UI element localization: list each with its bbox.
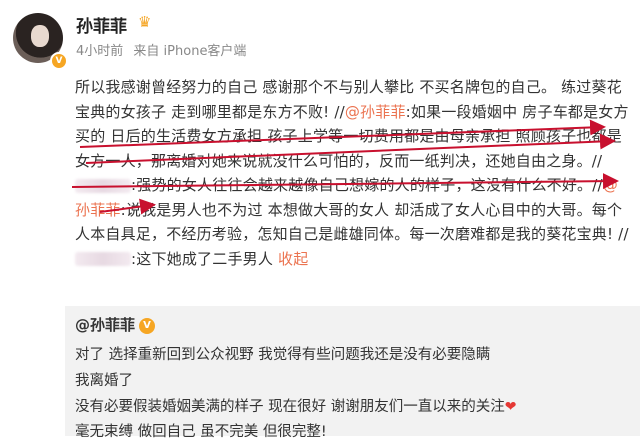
post-header: V 孙菲菲 ♛ 4小时前 来自 iPhone客户端 (0, 0, 640, 72)
repost-username[interactable]: @孙菲菲 V (75, 314, 156, 335)
post-text: 所以我感谢曾经努力的自己 感谢那个不与别人攀比 不买名牌包的自己。 练过葵花宝典… (75, 75, 631, 271)
collapse-link[interactable]: 收起 (278, 250, 308, 268)
post-body: 所以我感谢曾经努力的自己 感谢那个不与别人攀比 不买名牌包的自己。 练过葵花宝典… (75, 75, 631, 271)
post-text-part: :说我是男人也不为过 本想做大哥的女人 却活成了女人心目中的大哥。每个人本自具足… (75, 200, 629, 244)
repost-username-text[interactable]: @孙菲菲 (75, 316, 135, 334)
repost-line: 我离婚了 (75, 373, 133, 389)
post-meta: 4小时前 来自 iPhone客户端 (76, 40, 252, 59)
repost-line: 没有必要假装婚姻美满的样子 现在很好 谢谢朋友们一直以来的关注❤ (75, 395, 516, 416)
mention-link[interactable]: @孙菲菲 (345, 103, 406, 121)
repost-card[interactable]: @孙菲菲 V 对了 选择重新回到公众视野 我觉得有些问题我还是没有必要隐瞒 我离婚… (65, 306, 640, 440)
blurred-username (75, 252, 131, 266)
verified-badge-icon: V (139, 317, 156, 334)
repost-line: 对了 选择重新回到公众视野 我觉得有些问题我还是没有必要隐瞒 (75, 347, 491, 363)
crown-icon: ♛ (138, 13, 152, 31)
verified-badge-icon: V (50, 52, 68, 70)
post-time: 4小时前 (76, 44, 124, 59)
post-text-part: :强势的女人往往会越来越像自己想嫁的人的样子，这没有什么不好。// (131, 176, 603, 194)
post-source: 来自 iPhone客户端 (133, 44, 247, 59)
username[interactable]: 孙菲菲 (76, 12, 127, 37)
blurred-username (75, 178, 131, 193)
post-text-part: :这下她成了二手男人 (131, 249, 274, 268)
repost-line: 毫无束缚 做回自己 虽不完美 但很完整! (75, 424, 327, 440)
repost-line-text: 没有必要假装婚姻美满的样子 现在很好 谢谢朋友们一直以来的关注 (75, 399, 505, 415)
avatar-face (31, 25, 49, 47)
heart-icon: ❤ (504, 399, 517, 415)
